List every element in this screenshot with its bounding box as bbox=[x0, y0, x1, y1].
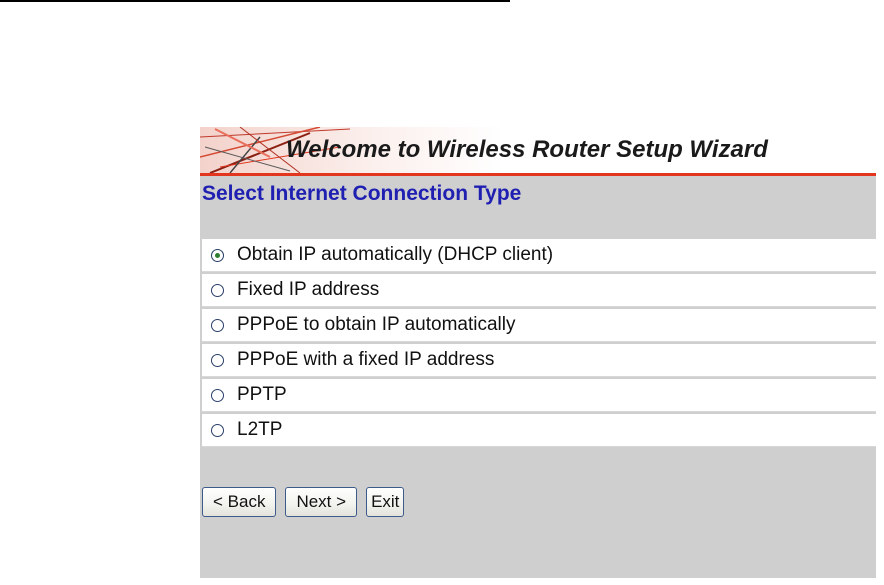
radio-button[interactable] bbox=[211, 248, 224, 262]
option-label: Fixed IP address bbox=[237, 279, 380, 300]
exit-button[interactable]: Exit bbox=[366, 487, 405, 517]
option-label: PPTP bbox=[237, 384, 287, 405]
next-button[interactable]: Next > bbox=[285, 487, 358, 517]
wizard-title: Welcome to Wireless Router Setup Wizard bbox=[286, 136, 768, 163]
setup-wizard-panel: Welcome to Wireless Router Setup Wizard … bbox=[200, 127, 876, 578]
back-button[interactable]: < Back bbox=[202, 487, 277, 517]
top-divider bbox=[0, 0, 510, 2]
option-fixed-ip[interactable]: Fixed IP address bbox=[202, 274, 876, 307]
radio-button[interactable] bbox=[211, 353, 224, 367]
option-label: PPPoE to obtain IP automatically bbox=[237, 314, 516, 335]
radio-button[interactable] bbox=[211, 388, 224, 402]
option-pptp[interactable]: PPTP bbox=[202, 379, 876, 412]
option-pppoe-auto[interactable]: PPPoE to obtain IP automatically bbox=[202, 309, 876, 342]
wizard-banner: Welcome to Wireless Router Setup Wizard bbox=[200, 127, 876, 176]
radio-button[interactable] bbox=[211, 423, 224, 437]
radio-button[interactable] bbox=[211, 283, 224, 297]
radio-button[interactable] bbox=[211, 318, 224, 332]
option-l2tp[interactable]: L2TP bbox=[202, 414, 876, 447]
section-title: Select Internet Connection Type bbox=[202, 182, 522, 205]
connection-type-options: Obtain IP automatically (DHCP client) Fi… bbox=[202, 239, 876, 449]
option-label: Obtain IP automatically (DHCP client) bbox=[237, 244, 554, 265]
page: Welcome to Wireless Router Setup Wizard … bbox=[0, 0, 884, 585]
option-pppoe-fixed[interactable]: PPPoE with a fixed IP address bbox=[202, 344, 876, 377]
option-label: PPPoE with a fixed IP address bbox=[237, 349, 495, 370]
option-label: L2TP bbox=[237, 419, 283, 440]
wizard-buttons: < Back Next > Exit bbox=[202, 487, 405, 517]
option-dhcp-client[interactable]: Obtain IP automatically (DHCP client) bbox=[202, 239, 876, 272]
